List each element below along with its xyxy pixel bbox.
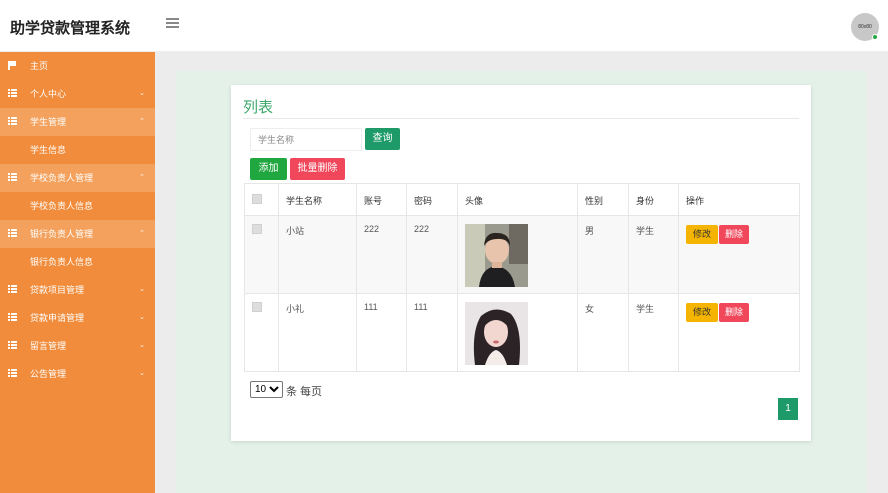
- sidebar-item-label: 公告管理: [30, 369, 67, 379]
- grid-icon: [8, 369, 17, 377]
- row-checkbox[interactable]: [252, 302, 262, 312]
- cell-actions: 修改 删除: [678, 215, 800, 294]
- search-button[interactable]: 查询: [365, 128, 400, 150]
- cell-avatar: [457, 293, 578, 372]
- chevron-up-icon: ⌃: [139, 118, 145, 125]
- edit-button[interactable]: 修改: [686, 303, 718, 322]
- grid-icon: [8, 229, 17, 237]
- sidebar-item-label: 银行负责人管理: [30, 229, 94, 239]
- app-title: 助学贷款管理系统: [10, 20, 131, 37]
- student-photo: [465, 224, 528, 287]
- select-all-checkbox[interactable]: [252, 194, 262, 204]
- sidebar-item-label: 银行负责人信息: [30, 257, 94, 267]
- sidebar-item-announcement-management[interactable]: 公告管理 ⌄: [0, 360, 155, 388]
- column-header-avatar: 头像: [457, 183, 578, 216]
- sidebar-item-home[interactable]: 主页: [0, 52, 155, 80]
- sidebar-item-label: 留言管理: [30, 341, 67, 351]
- page-size-select[interactable]: 10: [250, 381, 283, 398]
- sidebar-subitem-school-manager-info[interactable]: 学校负责人信息: [0, 192, 155, 220]
- chevron-up-icon: ⌃: [139, 230, 145, 237]
- grid-icon: [8, 313, 17, 321]
- cell-password: 111: [406, 293, 458, 372]
- column-header-gender: 性别: [577, 183, 629, 216]
- grid-icon: [8, 89, 17, 97]
- sidebar-item-label: 贷款项目管理: [30, 285, 85, 295]
- cell-gender: 男: [577, 215, 629, 294]
- cell-gender: 女: [577, 293, 629, 372]
- pagination-page-1[interactable]: 1: [778, 398, 798, 420]
- cell-name: 小礼: [278, 293, 357, 372]
- cell-role: 学生: [628, 215, 679, 294]
- column-header-account: 账号: [356, 183, 407, 216]
- chevron-up-icon: ⌃: [139, 174, 145, 181]
- chevron-down-icon: ⌄: [139, 342, 145, 349]
- student-table: 学生名称 账号 密码 头像 性别 身份 操作 小站 222 222 男 学生 修…: [244, 183, 800, 372]
- sidebar-item-label: 学生信息: [30, 145, 67, 155]
- delete-button[interactable]: 删除: [719, 225, 749, 244]
- sidebar-item-student-management[interactable]: 学生管理 ⌃: [0, 108, 155, 136]
- sidebar-item-label: 学生管理: [30, 117, 67, 127]
- top-header: 助学贷款管理系统 80x80: [0, 0, 888, 52]
- column-header-name: 学生名称: [278, 183, 357, 216]
- column-header-password: 密码: [406, 183, 458, 216]
- cell-name: 小站: [278, 215, 357, 294]
- grid-icon: [8, 173, 17, 181]
- sidebar: 主页 个人中心 ⌄ 学生管理 ⌃ 学生信息 学校负责人管理 ⌃ 学校负责人信息 …: [0, 52, 155, 493]
- sidebar-item-loan-application-management[interactable]: 贷款申请管理 ⌄: [0, 304, 155, 332]
- cell-actions: 修改 删除: [678, 293, 800, 372]
- delete-button[interactable]: 删除: [719, 303, 749, 322]
- add-button[interactable]: 添加: [250, 158, 287, 180]
- cell-role: 学生: [628, 293, 679, 372]
- edit-button[interactable]: 修改: [686, 225, 718, 244]
- table-header-row: 学生名称 账号 密码 头像 性别 身份 操作: [244, 183, 800, 216]
- divider: [243, 118, 799, 119]
- cell-avatar: [457, 215, 578, 294]
- hamburger-menu-icon[interactable]: [166, 18, 179, 28]
- chevron-down-icon: ⌄: [139, 370, 145, 377]
- row-select-cell: [244, 293, 279, 372]
- page-title: 列表: [243, 99, 274, 116]
- cell-account: 111: [356, 293, 407, 372]
- column-header-actions: 操作: [678, 183, 800, 216]
- select-all-cell: [244, 183, 279, 216]
- sidebar-item-label: 贷款申请管理: [30, 313, 85, 323]
- column-header-role: 身份: [628, 183, 679, 216]
- sidebar-item-bank-manager-management[interactable]: 银行负责人管理 ⌃: [0, 220, 155, 248]
- grid-icon: [8, 285, 17, 293]
- flag-icon: [8, 61, 17, 70]
- table-row: 小礼 111 111 女 学生 修改 删除: [244, 293, 800, 372]
- sidebar-item-label: 个人中心: [30, 89, 67, 99]
- sidebar-item-personal-center[interactable]: 个人中心 ⌄: [0, 80, 155, 108]
- sidebar-item-label: 学校负责人管理: [30, 173, 94, 183]
- chevron-down-icon: ⌄: [139, 286, 145, 293]
- cell-password: 222: [406, 215, 458, 294]
- search-input[interactable]: [250, 128, 362, 151]
- chevron-down-icon: ⌄: [139, 314, 145, 321]
- sidebar-item-message-management[interactable]: 留言管理 ⌄: [0, 332, 155, 360]
- table-row: 小站 222 222 男 学生 修改 删除: [244, 215, 800, 294]
- grid-icon: [8, 341, 17, 349]
- row-select-cell: [244, 215, 279, 294]
- sidebar-item-loan-project-management[interactable]: 贷款项目管理 ⌄: [0, 276, 155, 304]
- list-card: 列表 查询 添加 批量删除 学生名称 账号 密码 头像 性别 身份 操作 小站 …: [231, 85, 811, 441]
- chevron-down-icon: ⌄: [139, 90, 145, 97]
- bulk-delete-button[interactable]: 批量删除: [290, 158, 345, 180]
- sidebar-item-label: 主页: [30, 61, 49, 71]
- sidebar-subitem-student-info[interactable]: 学生信息: [0, 136, 155, 164]
- online-status-dot: [872, 34, 878, 40]
- sidebar-item-school-manager-management[interactable]: 学校负责人管理 ⌃: [0, 164, 155, 192]
- page-size-label: 条 每页: [286, 386, 323, 398]
- grid-icon: [8, 117, 17, 125]
- sidebar-subitem-bank-manager-info[interactable]: 银行负责人信息: [0, 248, 155, 276]
- cell-account: 222: [356, 215, 407, 294]
- student-photo: [465, 302, 528, 365]
- sidebar-item-label: 学校负责人信息: [30, 201, 94, 211]
- row-checkbox[interactable]: [252, 224, 262, 234]
